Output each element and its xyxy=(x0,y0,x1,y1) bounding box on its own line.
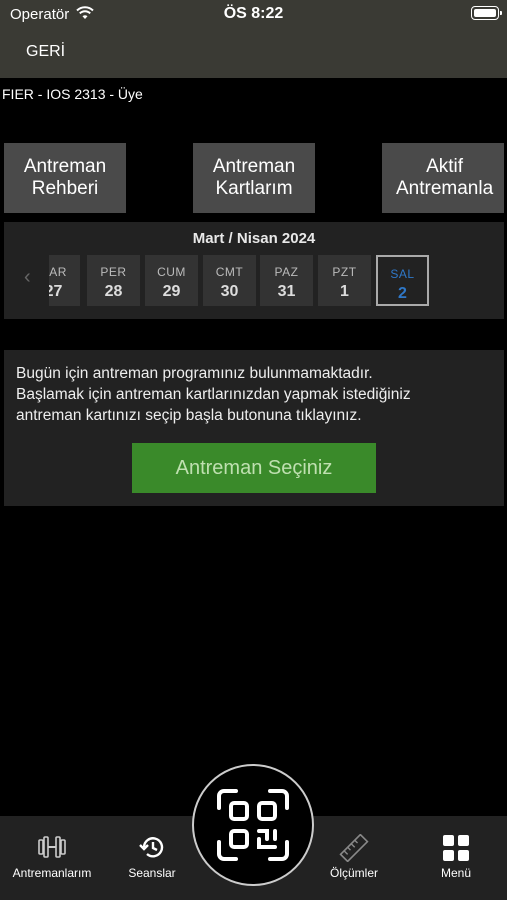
tab-label: Menü xyxy=(440,866,472,880)
calendar-day[interactable]: CUM 29 xyxy=(145,255,198,306)
calendar-day[interactable]: PZT 1 xyxy=(318,255,371,306)
calendar-day[interactable]: CMT 30 xyxy=(203,255,256,306)
grid-icon xyxy=(406,834,506,862)
dumbbell-icon xyxy=(2,834,102,860)
calendar-day[interactable]: PAZ 31 xyxy=(260,255,313,306)
training-guide-button[interactable]: Antreman Rehberi xyxy=(4,143,126,213)
history-icon xyxy=(102,834,202,860)
chevron-left-icon[interactable]: ‹ xyxy=(24,266,31,289)
calendar-days: ÇAR 27 PER 28 CUM 29 CMT 30 PAZ 31 PZT 1… xyxy=(49,222,489,319)
tab-my-trainings[interactable]: Antremanlarım xyxy=(2,816,102,900)
tab-sessions[interactable]: Seanslar xyxy=(102,816,202,900)
tab-label: Antremanlarım xyxy=(12,866,92,880)
tab-measurements[interactable]: Ölçümler xyxy=(304,816,404,900)
active-trainings-button[interactable]: Aktif Antremanla xyxy=(382,143,504,213)
calendar-day[interactable]: PER 28 xyxy=(87,255,140,306)
no-program-message: Bugün için antreman programınız bulunmam… xyxy=(16,365,411,424)
tab-label: Seanslar xyxy=(128,866,176,880)
calendar-strip: Mart / Nisan 2024 ‹ ÇAR 27 PER 28 CUM 29… xyxy=(4,222,504,319)
no-program-panel: Bugün için antreman programınız bulunmam… xyxy=(4,350,504,506)
user-info-line: FIER - IOS 2313 - Üye xyxy=(2,86,143,102)
tab-label: Ölçümler xyxy=(329,866,378,880)
back-button[interactable]: GERİ xyxy=(26,43,65,61)
qr-scan-button[interactable] xyxy=(192,764,314,886)
calendar-day-selected[interactable]: SAL 2 xyxy=(376,255,429,306)
clock: ÖS 8:22 xyxy=(223,5,284,22)
calendar-day[interactable]: ÇAR 27 xyxy=(49,255,80,306)
navigation-bar: GERİ xyxy=(0,30,507,78)
ruler-icon xyxy=(304,834,404,862)
qr-scan-icon xyxy=(217,789,289,861)
training-cards-button[interactable]: Antreman Kartlarım xyxy=(193,143,315,213)
status-bar: Operatör ÖS 8:22 xyxy=(0,0,507,30)
select-training-button[interactable]: Antreman Seçiniz xyxy=(132,443,376,493)
tab-menu[interactable]: Menü xyxy=(406,816,506,900)
battery-icon xyxy=(471,6,502,20)
